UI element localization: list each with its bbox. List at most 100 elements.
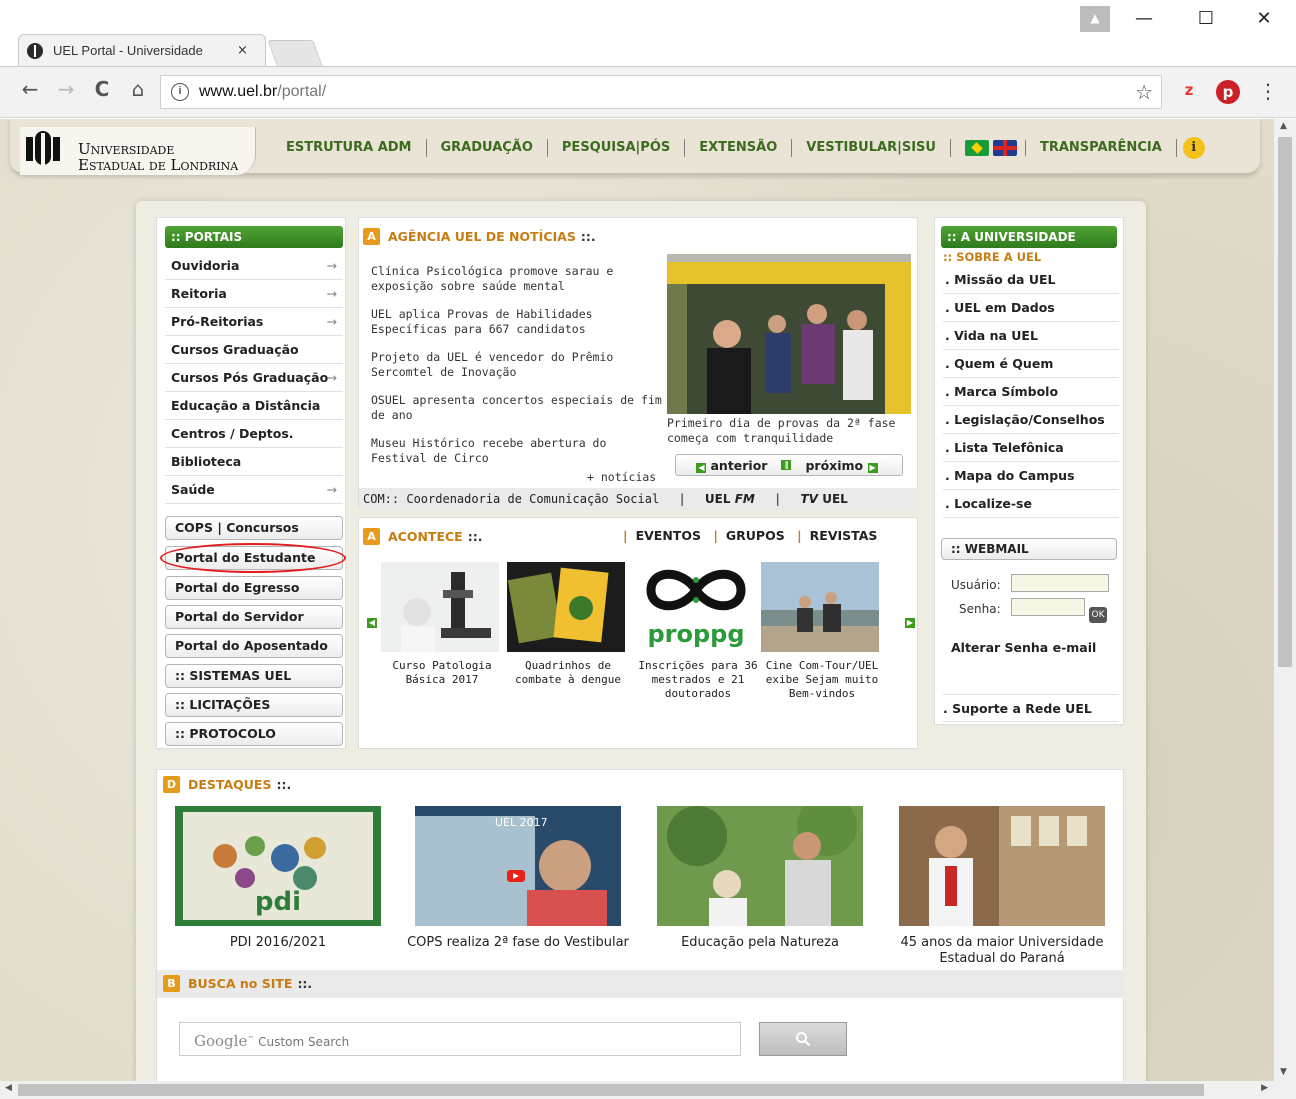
news-item[interactable]: Projeto da UEL é vencedor do Prêmio Serc… [371,350,663,380]
scroll-left-icon[interactable]: ◀ [5,1083,12,1093]
profile-icon[interactable]: ▲ [1080,6,1110,32]
webmail-ok-button[interactable]: OK [1089,607,1107,623]
news-item[interactable]: UEL aplica Provas de Habilidades Específ… [371,307,663,337]
mapa-campus-link[interactable]: . Mapa do Campus [943,462,1119,490]
address-bar[interactable]: i www.uel.br/portal/ ☆ [160,75,1162,109]
scroll-right-icon[interactable]: ▶ [1261,1083,1268,1093]
destaque-item[interactable]: 45 anos da maior Universidade Estadual d… [889,806,1115,967]
portal-item-centros-deptos[interactable]: Centros / Deptos. [165,420,343,448]
gallery-item[interactable]: Curso Patologia Básica 2017 [381,562,503,687]
marca-simbolo-link[interactable]: . Marca Símbolo [943,378,1119,406]
vertical-scrollbar[interactable]: ▲ ▼ [1274,119,1296,1081]
brazil-flag-icon[interactable] [964,140,989,156]
portal-item-cursos-pos-graduacao[interactable]: Cursos Pós Graduação → [165,364,343,392]
browser-tab[interactable]: UEL Portal - Universidade × [18,34,266,66]
vida-na-uel-link[interactable]: . Vida na UEL [943,322,1119,350]
news-prev-button[interactable]: ◀ anterior [696,458,767,473]
site-info-icon[interactable]: i [171,83,189,101]
search-input[interactable]: Google™ Custom Search [179,1022,741,1056]
nav-vestibular-sisu[interactable]: VESTIBULAR|SISU [792,139,951,157]
bookmark-star-icon[interactable]: ☆ [1135,80,1153,105]
destaque-item[interactable]: UEL 2017 COPS realiza 2ª fase do Vestibu… [405,806,631,951]
portal-item-biblioteca[interactable]: Biblioteca [165,448,343,476]
gallery-next-icon[interactable]: ▶ [905,618,915,628]
tab-close-icon[interactable]: × [237,43,248,58]
lista-telefonica-link[interactable]: . Lista Telefônica [943,434,1119,462]
forward-icon[interactable]: → [52,77,80,101]
destaque-item[interactable]: Educação pela Natureza [647,796,873,951]
portal-item-saude[interactable]: Saúde → [165,476,343,504]
senha-input[interactable] [1011,598,1085,616]
scroll-down-icon[interactable]: ▼ [1280,1067,1287,1077]
back-icon[interactable]: ← [16,77,44,101]
horizontal-scroll-thumb[interactable] [18,1084,1204,1096]
svg-text:proppg: proppg [647,620,744,648]
minimize-button[interactable]: — [1124,8,1164,34]
com-link[interactable]: COM:: Coordenadoria de Comunicação Socia… [363,492,659,506]
tv-uel-link[interactable]: TV UEL [801,492,848,506]
suporte-rede-link[interactable]: . Suporte a Rede UEL [943,694,1119,722]
licitacoes-button[interactable]: :: LICITAÇÕES [165,693,343,717]
eventos-link[interactable]: EVENTOS [636,528,701,543]
webmail-title[interactable]: :: WEBMAIL [941,538,1117,560]
grupos-link[interactable]: GRUPOS [726,528,785,543]
portal-item-pro-reitorias[interactable]: Pró-Reitorias → [165,308,343,336]
news-item[interactable]: OSUEL apresenta concertos especiais de f… [371,393,663,423]
uel-fm-link[interactable]: UEL FM [705,492,755,506]
portal-aposentado-button[interactable]: Portal do Aposentado [165,634,343,658]
uel-em-dados-link[interactable]: . UEL em Dados [943,294,1119,322]
maximize-button[interactable]: ☐ [1186,8,1226,34]
gallery-item[interactable]: Quadrinhos de combate à dengue [507,562,629,687]
home-icon[interactable]: ⌂ [124,77,152,101]
nav-transparencia[interactable]: TRANSPARÊNCIA [1026,139,1177,157]
uel-logo[interactable]: Universidade Estadual de Londrina [20,127,256,175]
more-news-link[interactable]: + notícias [587,470,656,484]
portal-estudante-button[interactable]: Portal do Estudante [160,543,346,573]
zotero-extension-icon[interactable]: z [1178,81,1200,103]
alterar-senha-link[interactable]: Alterar Senha e-mail [951,640,1096,655]
nav-extensao[interactable]: EXTENSÃO [685,139,793,157]
news-footer: COM:: Coordenadoria de Comunicação Socia… [359,488,919,510]
nav-estrutura-adm[interactable]: ESTRUTURA ADM [272,139,427,157]
scroll-up-icon[interactable]: ▲ [1280,121,1287,131]
legislacao-link[interactable]: . Legislação/Conselhos [943,406,1119,434]
vertical-scroll-thumb[interactable] [1278,137,1292,667]
news-item[interactable]: Museu Histórico recebe abertura do Festi… [371,436,663,466]
uk-flag-icon[interactable] [992,140,1017,156]
news-item[interactable]: Clínica Psicológica promove sarau e expo… [371,264,663,294]
gallery-item[interactable]: Cine Com-Tour/UEL exibe Sejam muito Bem-… [761,562,883,701]
quem-e-quem-link[interactable]: . Quem é Quem [943,350,1119,378]
horizontal-scrollbar[interactable]: ◀ ▶ [0,1081,1296,1099]
close-window-button[interactable]: ✕ [1244,8,1284,34]
pause-icon[interactable]: ‖ [781,460,792,470]
nav-pesquisa-pos[interactable]: PESQUISA|PÓS [548,139,686,157]
reload-icon[interactable]: C [88,77,116,101]
search-button[interactable] [759,1022,847,1056]
destaque-item[interactable]: pdi PDI 2016/2021 [165,806,391,951]
portal-egresso-button[interactable]: Portal do Egresso [165,576,343,600]
gallery-item[interactable]: proppg Inscrições para 36 mestrados e 21… [637,562,759,701]
localize-se-link[interactable]: . Localize-se [943,490,1119,518]
pinterest-extension-icon[interactable]: p [1216,80,1240,104]
news-photo-caption[interactable]: Primeiro dia de provas da 2ª fase começa… [667,416,915,446]
protocolo-button[interactable]: :: PROTOCOLO [165,722,343,746]
portal-servidor-button[interactable]: Portal do Servidor [165,605,343,629]
nav-graduacao[interactable]: GRADUAÇÃO [427,139,548,157]
news-photo[interactable] [667,254,911,414]
revistas-link[interactable]: REVISTAS [810,528,878,543]
portal-item-ouvidoria[interactable]: Ouvidoria → [165,252,343,280]
gallery-prev-icon[interactable]: ◀ [367,618,377,628]
universidade-list: . Missão da UEL . UEL em Dados . Vida na… [943,266,1119,518]
usuario-input[interactable] [1011,574,1109,592]
info-icon[interactable]: i [1182,137,1205,159]
busca-bar: B BUSCA no SITE::. [157,970,1125,998]
portal-item-cursos-graduacao[interactable]: Cursos Graduação [165,336,343,364]
portal-item-reitoria[interactable]: Reitoria → [165,280,343,308]
missao-link[interactable]: . Missão da UEL [943,266,1119,294]
sistemas-uel-button[interactable]: :: SISTEMAS UEL [165,664,343,688]
new-tab-button[interactable] [267,40,323,66]
cops-concursos-button[interactable]: COPS | Concursos [165,516,343,540]
browser-menu-icon[interactable]: ⋮ [1258,79,1278,103]
portal-item-educacao-distancia[interactable]: Educação a Distância [165,392,343,420]
news-next-button[interactable]: próximo ▶ [805,458,881,473]
